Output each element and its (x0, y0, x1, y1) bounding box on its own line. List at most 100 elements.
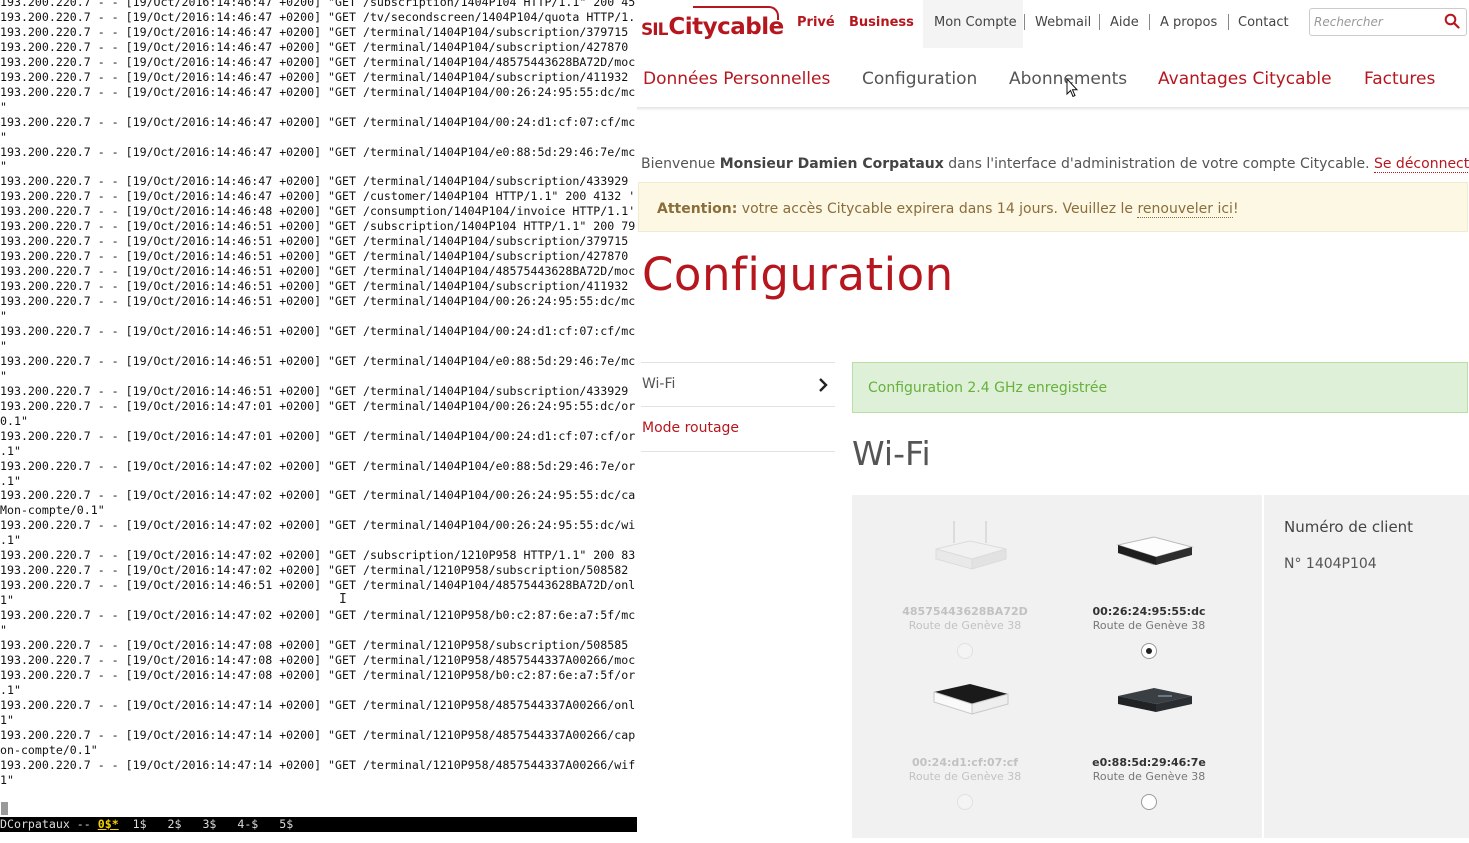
search-icon[interactable] (1444, 13, 1460, 29)
log-line: 193.200.220.7 - - [19/Oct/2016:14:47:08 … (0, 652, 636, 667)
mouse-pointer-icon (1066, 78, 1079, 98)
log-line: 193.200.220.7 - - [19/Oct/2016:14:46:47 … (0, 84, 636, 99)
log-line: 193.200.220.7 - - [19/Oct/2016:14:46:47 … (0, 24, 629, 39)
log-line: 193.200.220.7 - - [19/Oct/2016:14:47:02 … (0, 518, 636, 533)
log-line: 193.200.220.7 - - [19/Oct/2016:14:47:08 … (0, 637, 629, 652)
active-window[interactable]: 0$* (98, 817, 119, 831)
device-card[interactable]: 00:24:d1:cf:07:cf Route de Genève 38 (885, 668, 1045, 810)
sidebar-item-wifi[interactable]: Wi-Fi (641, 362, 835, 407)
nav-mon-compte[interactable]: Mon Compte (934, 15, 1017, 30)
tab-donnees-personnelles[interactable]: Données Personnelles (643, 69, 830, 89)
log-line: 0.1" (0, 413, 28, 428)
log-line: 193.200.220.7 - - [19/Oct/2016:14:46:47 … (0, 114, 636, 129)
log-line: 193.200.220.7 - - [19/Oct/2016:14:47:02 … (0, 458, 636, 473)
alert-label: Attention: (657, 201, 738, 217)
logout-link[interactable]: Se déconnecter (1373, 156, 1469, 173)
sidebar-item-label: Mode routage (642, 420, 740, 436)
log-line: 193.200.220.7 - - [19/Oct/2016:14:46:47 … (0, 39, 629, 54)
log-line: 193.200.220.7 - - [19/Oct/2016:14:46:51 … (0, 249, 629, 264)
log-line: .1" (0, 682, 21, 697)
device-radio[interactable] (957, 643, 973, 659)
device-address: Route de Genève 38 (1092, 770, 1206, 783)
device-card[interactable]: 00:26:24:95:55:dc Route de Genève 38 (1069, 517, 1229, 659)
screen-status-bar: DCorpataux -- 0$* 1$ 2$ 3$ 4-$ 5$ (0, 817, 637, 832)
log-line: 193.200.220.7 - - [19/Oct/2016:14:46:51 … (0, 294, 636, 309)
log-line: .1" (0, 533, 21, 548)
log-line: 193.200.220.7 - - [19/Oct/2016:14:47:01 … (0, 428, 636, 443)
tab-configuration[interactable]: Configuration (862, 69, 977, 89)
terminal-log: 193.200.220.7 - - [19/Oct/2016:14:46:47 … (0, 0, 637, 788)
log-line: 193.200.220.7 - - [19/Oct/2016:14:46:51 … (0, 279, 629, 294)
client-number: N° 1404P104 (1284, 556, 1377, 572)
log-line: 193.200.220.7 - - [19/Oct/2016:14:46:47 … (0, 189, 636, 204)
tab-factures[interactable]: Factures (1364, 69, 1435, 89)
log-line: 193.200.220.7 - - [19/Oct/2016:14:46:47 … (0, 0, 636, 9)
log-line: .1" (0, 443, 21, 458)
chevron-right-icon (819, 378, 828, 392)
welcome-suffix: dans l'interface d'administration de vot… (943, 156, 1374, 172)
device-mac: e0:88:5d:29:46:7e (1092, 756, 1206, 769)
log-line: 193.200.220.7 - - [19/Oct/2016:14:46:51 … (0, 578, 636, 593)
page-title: Configuration (642, 248, 954, 301)
client-number-label: Numéro de client (1284, 518, 1414, 536)
device-radio[interactable] (1141, 794, 1157, 810)
log-line: 193.200.220.7 - - [19/Oct/2016:14:47:02 … (0, 488, 636, 503)
device-address: Route de Genève 38 (908, 770, 1022, 783)
log-line: Mon-compte/0.1" (0, 503, 105, 518)
device-card[interactable]: 48575443628BA72D Route de Genève 38 (885, 517, 1045, 659)
text-cursor-icon: I (339, 592, 347, 607)
log-line: on-compte/0.1" (0, 742, 98, 757)
device-radio[interactable] (957, 794, 973, 810)
success-alert: Configuration 2.4 GHz enregistrée (852, 362, 1468, 413)
log-line: 193.200.220.7 - - [19/Oct/2016:14:47:01 … (0, 398, 636, 413)
session-name: DCorpataux -- (0, 817, 98, 831)
log-line: 193.200.220.7 - - [19/Oct/2016:14:46:51 … (0, 219, 636, 234)
renew-link[interactable]: renouveler ici (1137, 201, 1233, 218)
window-list[interactable]: 1$ 2$ 3$ 4-$ 5$ (119, 817, 294, 831)
citycable-logo[interactable]: SIL Citycable (641, 6, 784, 40)
nav-webmail[interactable]: Webmail (1035, 15, 1091, 30)
terminal-cursor (1, 802, 8, 815)
log-line: 193.200.220.7 - - [19/Oct/2016:14:46:51 … (0, 264, 636, 279)
device-mac: 00:24:d1:cf:07:cf (911, 756, 1019, 769)
nav-separator (1024, 14, 1025, 30)
nav-a-propos[interactable]: A propos (1160, 15, 1217, 30)
device-address: Route de Genève 38 (908, 619, 1022, 632)
log-line: 193.200.220.7 - - [19/Oct/2016:14:46:47 … (0, 9, 636, 24)
device-card[interactable]: e0:88:5d:29:46:7e Route de Genève 38 (1069, 668, 1229, 810)
tab-avantages-citycable[interactable]: Avantages Citycable (1158, 69, 1332, 89)
device-mac: 00:26:24:95:55:dc (1092, 605, 1206, 618)
log-line: 1" (0, 593, 14, 608)
log-line: 193.200.220.7 - - [19/Oct/2016:14:47:02 … (0, 563, 629, 578)
nav-prive[interactable]: Privé (797, 15, 835, 30)
sidebar-item-mode-routage[interactable]: Mode routage (641, 407, 835, 452)
log-line: 193.200.220.7 - - [19/Oct/2016:14:46:51 … (0, 234, 629, 249)
device-selector: 48575443628BA72D Route de Genève 38 00:2… (852, 495, 1262, 838)
log-line: " (0, 129, 7, 144)
logo-swoosh (693, 6, 779, 20)
log-line: " (0, 309, 7, 324)
log-line: 193.200.220.7 - - [19/Oct/2016:14:47:08 … (0, 667, 636, 682)
device-mac: 48575443628BA72D (902, 605, 1028, 618)
sil-logo-mark: SIL (641, 20, 668, 40)
device-radio[interactable] (1141, 643, 1157, 659)
log-line: " (0, 368, 7, 383)
set-top-box-icon (933, 684, 1009, 715)
log-line: 193.200.220.7 - - [19/Oct/2016:14:46:48 … (0, 204, 636, 219)
nav-separator (1099, 14, 1100, 30)
log-line: 1" (0, 772, 14, 787)
log-line: 193.200.220.7 - - [19/Oct/2016:14:46:51 … (0, 323, 636, 338)
nav-divider (637, 107, 1469, 111)
radio-checked-dot (1146, 648, 1152, 654)
log-line: " (0, 338, 7, 353)
nav-business[interactable]: Business (849, 15, 914, 30)
log-line: " (0, 159, 7, 174)
log-line: 193.200.220.7 - - [19/Oct/2016:14:46:47 … (0, 54, 636, 69)
sidebar-item-label: Wi-Fi (642, 376, 676, 392)
log-line: 193.200.220.7 - - [19/Oct/2016:14:46:51 … (0, 353, 636, 368)
nav-contact[interactable]: Contact (1238, 15, 1289, 30)
welcome-prefix: Bienvenue (641, 156, 720, 172)
nav-aide[interactable]: Aide (1110, 15, 1139, 30)
set-top-box-icon (1116, 536, 1194, 566)
terminal-window[interactable]: 193.200.220.7 - - [19/Oct/2016:14:46:47 … (0, 0, 637, 843)
